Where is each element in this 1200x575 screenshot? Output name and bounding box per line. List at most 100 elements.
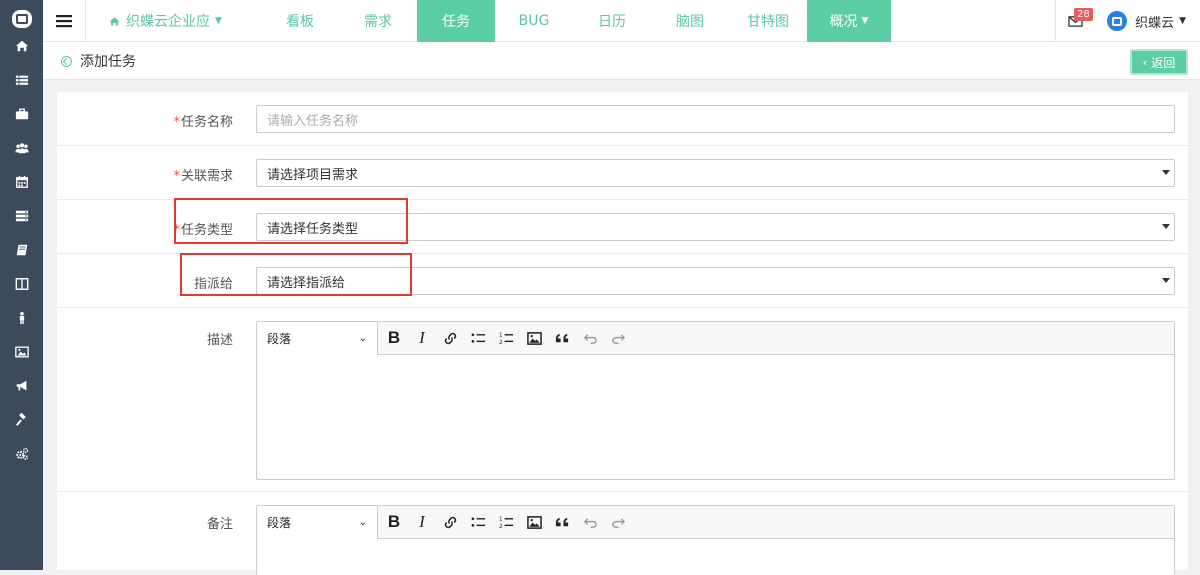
tab-label: 看板 bbox=[286, 14, 314, 30]
menu-toggle-button[interactable] bbox=[43, 0, 86, 42]
numbered-list-icon[interactable]: 12 bbox=[492, 322, 520, 355]
label-text: 描述 bbox=[206, 333, 233, 348]
tab-label: 任务 bbox=[442, 14, 470, 30]
paragraph-select[interactable]: 段落 ⌄ bbox=[257, 505, 378, 539]
mail-button[interactable]: 28 bbox=[1055, 0, 1095, 42]
form-row-requirement: *关联需求 请选择项目需求 bbox=[57, 146, 1188, 200]
editor-toolbar: 段落 ⌄ B I 12 bbox=[257, 505, 1174, 539]
image-icon[interactable] bbox=[0, 335, 43, 369]
quote-icon[interactable] bbox=[548, 322, 576, 355]
dropdown-arrow-icon bbox=[1162, 170, 1170, 175]
circle-arrow-icon bbox=[61, 55, 72, 67]
home-icon[interactable] bbox=[0, 29, 43, 63]
highlight-box-assignee bbox=[180, 253, 412, 296]
tab-overview[interactable]: 概况 ▼ bbox=[807, 0, 891, 42]
tab-label: 需求 bbox=[364, 14, 392, 30]
form-row-task-name: *任务名称 请输入任务名称 bbox=[57, 92, 1188, 146]
form-row-description: 描述 段落 ⌄ B I 12 bbox=[57, 308, 1188, 492]
svg-text:2: 2 bbox=[499, 340, 503, 346]
bullet-list-icon[interactable] bbox=[464, 322, 492, 355]
mail-count-badge: 28 bbox=[1074, 8, 1093, 21]
caret-down-icon: ▼ bbox=[1179, 16, 1186, 26]
person-icon[interactable] bbox=[0, 301, 43, 335]
avatar bbox=[1107, 11, 1128, 31]
back-label: 返回 bbox=[1151, 55, 1176, 70]
home-icon bbox=[109, 16, 120, 26]
paragraph-value: 段落 bbox=[267, 331, 292, 346]
requirement-select[interactable]: 请选择项目需求 bbox=[256, 159, 1175, 187]
tab-kanban[interactable]: 看板 bbox=[261, 0, 339, 42]
dropdown-arrow-icon bbox=[1162, 278, 1170, 283]
italic-icon[interactable]: I bbox=[408, 322, 436, 355]
user-menu[interactable]: 织蝶云 ▼ bbox=[1095, 11, 1200, 31]
gavel-icon[interactable] bbox=[0, 403, 43, 437]
select-value: 请选择项目需求 bbox=[267, 167, 359, 183]
form-row-notes: 备注 段落 ⌄ B I 12 bbox=[57, 492, 1188, 575]
top-right-area: 28 织蝶云 ▼ bbox=[1055, 0, 1200, 42]
required-mark: * bbox=[173, 169, 180, 184]
quote-icon[interactable] bbox=[548, 506, 576, 539]
description-content-area[interactable] bbox=[257, 355, 1174, 479]
bold-icon[interactable]: B bbox=[380, 506, 408, 539]
server-icon[interactable] bbox=[0, 199, 43, 233]
user-name: 织蝶云 bbox=[1135, 15, 1175, 31]
tab-tasks[interactable]: 任务 bbox=[417, 0, 495, 42]
bold-icon[interactable]: B bbox=[380, 322, 408, 355]
svg-text:2: 2 bbox=[499, 524, 503, 530]
caret-down-icon: ▼ bbox=[215, 16, 222, 26]
paragraph-value: 段落 bbox=[267, 515, 292, 530]
notes-editor: 段落 ⌄ B I 12 bbox=[256, 505, 1175, 575]
logo-icon bbox=[11, 10, 32, 28]
dropdown-arrow-icon bbox=[1162, 224, 1170, 229]
hamburger-icon bbox=[56, 15, 72, 28]
page-title-text: 添加任务 bbox=[80, 54, 136, 70]
tab-mindmap[interactable]: 脑图 bbox=[651, 0, 729, 42]
svg-text:1: 1 bbox=[499, 332, 503, 338]
tab-bug[interactable]: BUG bbox=[495, 0, 573, 42]
project-name: 织蝶云企业应 bbox=[126, 14, 210, 30]
cogs-icon[interactable] bbox=[0, 437, 43, 471]
main-nav-tabs: 看板 需求 任务 BUG 日历 脑图 甘特图 概况 ▼ bbox=[261, 0, 891, 42]
tab-calendar[interactable]: 日历 bbox=[573, 0, 651, 42]
back-button[interactable]: ‹ 返回 bbox=[1130, 49, 1188, 75]
link-icon[interactable] bbox=[436, 506, 464, 539]
bullhorn-icon[interactable] bbox=[0, 369, 43, 403]
image-insert-icon[interactable] bbox=[520, 506, 548, 539]
image-insert-icon[interactable] bbox=[520, 322, 548, 355]
calendar-icon[interactable] bbox=[0, 165, 43, 199]
bullet-list-icon[interactable] bbox=[464, 506, 492, 539]
editor-toolbar: 段落 ⌄ B I 12 bbox=[257, 321, 1174, 355]
description-editor: 段落 ⌄ B I 12 bbox=[256, 321, 1175, 480]
label-text: 任务名称 bbox=[180, 115, 233, 130]
tab-label: 脑图 bbox=[676, 14, 704, 30]
numbered-list-icon[interactable]: 12 bbox=[492, 506, 520, 539]
tab-label: BUG bbox=[518, 13, 550, 29]
paragraph-select[interactable]: 段落 ⌄ bbox=[257, 321, 378, 355]
briefcase-icon[interactable] bbox=[0, 97, 43, 131]
sidebar bbox=[0, 0, 43, 570]
tab-label: 甘特图 bbox=[747, 14, 789, 30]
project-selector[interactable]: 织蝶云企业应 ▼ bbox=[109, 0, 222, 42]
chevron-down-icon: ⌄ bbox=[358, 516, 367, 528]
tab-requirements[interactable]: 需求 bbox=[339, 0, 417, 42]
book-icon[interactable] bbox=[0, 233, 43, 267]
top-navbar: 织蝶云企业应 ▼ 看板 需求 任务 BUG 日历 脑图 甘特图 概况 ▼ 28 织… bbox=[43, 0, 1200, 42]
columns-icon[interactable] bbox=[0, 267, 43, 301]
caret-down-icon: ▼ bbox=[861, 16, 869, 26]
required-mark: * bbox=[173, 115, 180, 130]
label-text: 关联需求 bbox=[180, 169, 233, 184]
undo-icon[interactable] bbox=[576, 322, 604, 355]
link-icon[interactable] bbox=[436, 322, 464, 355]
task-name-label: *任务名称 bbox=[173, 111, 233, 130]
tab-gantt[interactable]: 甘特图 bbox=[729, 0, 807, 42]
redo-icon[interactable] bbox=[604, 322, 632, 355]
users-icon[interactable] bbox=[0, 131, 43, 165]
undo-icon[interactable] bbox=[576, 506, 604, 539]
italic-icon[interactable]: I bbox=[408, 506, 436, 539]
chevron-left-icon: ‹ bbox=[1142, 55, 1148, 69]
notes-label: 备注 bbox=[207, 513, 233, 532]
task-name-input[interactable]: 请输入任务名称 bbox=[256, 105, 1175, 133]
list-icon[interactable] bbox=[0, 63, 43, 97]
task-form: *任务名称 请输入任务名称 *关联需求 请选择项目需求 *任务类型 请选择任务类… bbox=[57, 92, 1188, 575]
redo-icon[interactable] bbox=[604, 506, 632, 539]
